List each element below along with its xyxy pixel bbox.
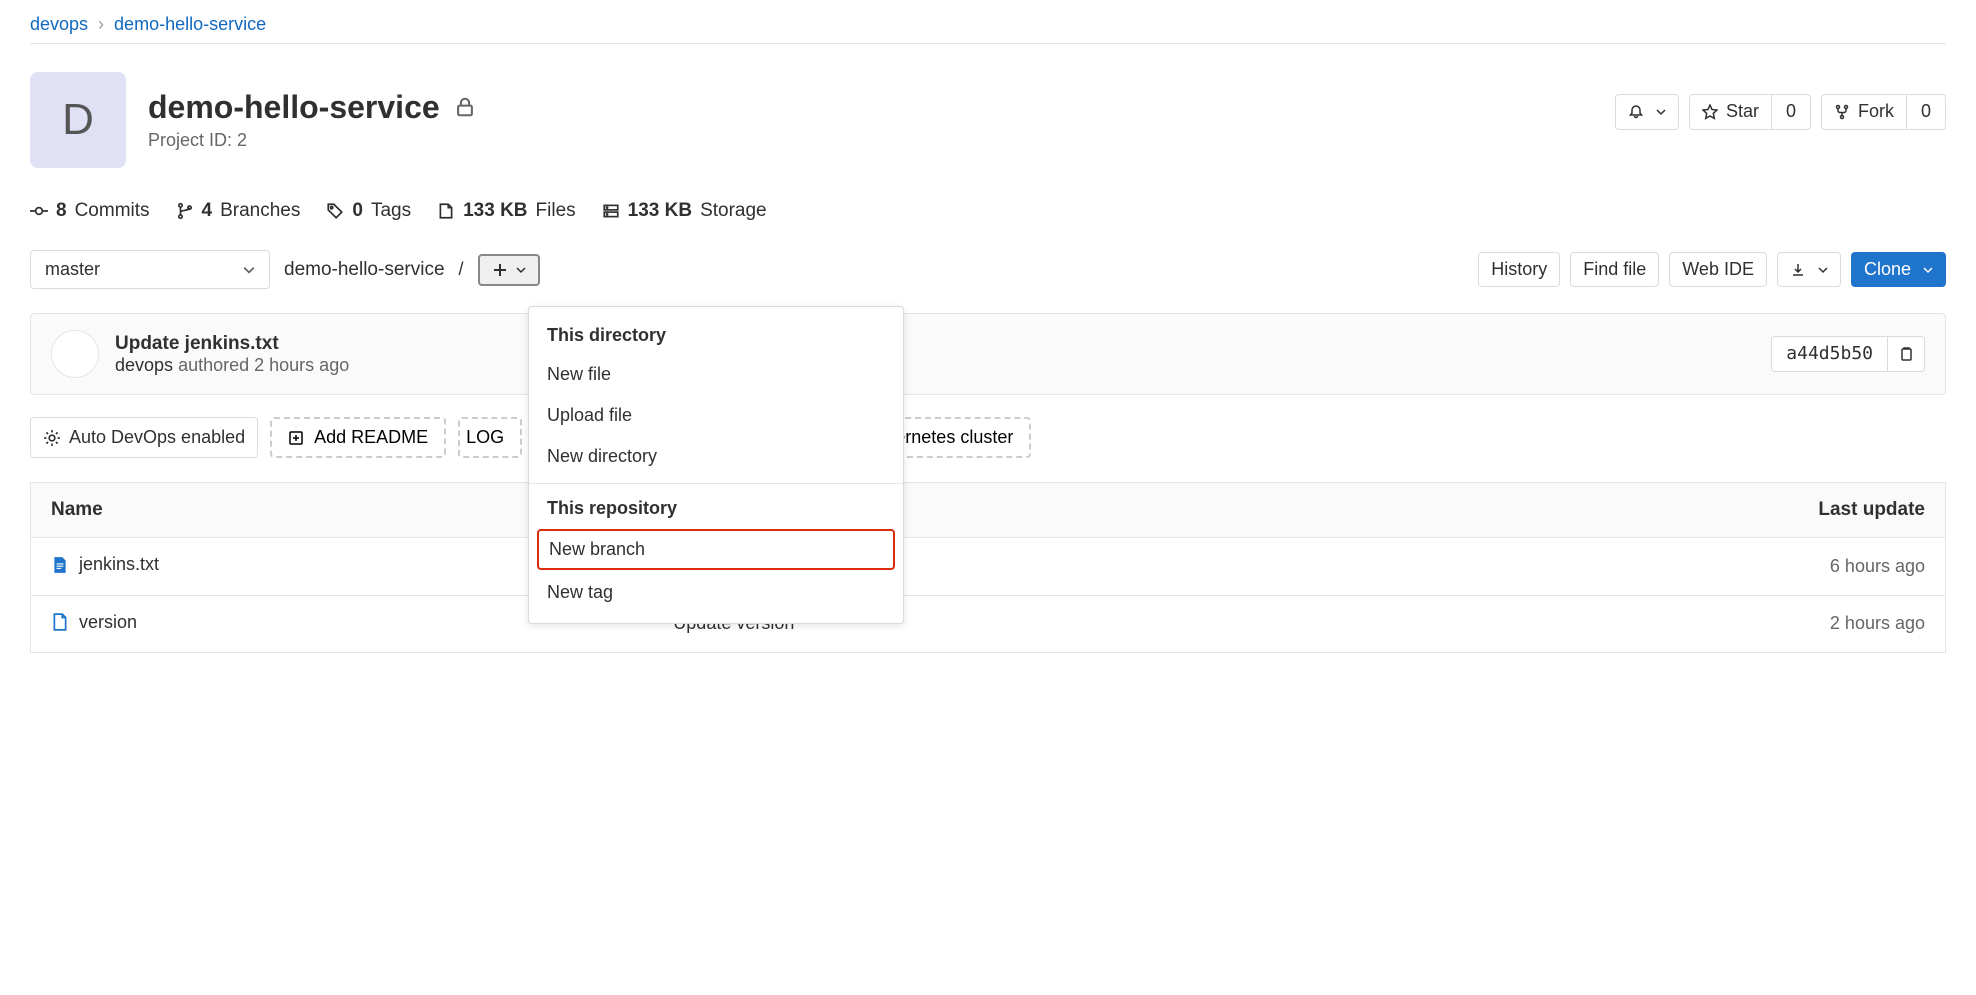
dropdown-new-directory[interactable]: New directory bbox=[529, 436, 903, 477]
project-name: demo-hello-service bbox=[148, 89, 440, 126]
fork-button[interactable]: Fork bbox=[1821, 94, 1907, 130]
last-commit: Update jenkins.txt devops authored 2 hou… bbox=[30, 313, 1946, 395]
file-text-icon bbox=[51, 556, 69, 574]
project-suggestions: Auto DevOps enabled Add README LOG Add C… bbox=[30, 417, 1946, 458]
star-count[interactable]: 0 bbox=[1772, 94, 1811, 130]
add-readme-button[interactable]: Add README bbox=[270, 417, 446, 458]
file-link[interactable]: jenkins.txt bbox=[51, 554, 159, 575]
project-id: Project ID: 2 bbox=[148, 130, 476, 151]
star-group: Star 0 bbox=[1689, 94, 1811, 130]
copy-sha-button[interactable] bbox=[1888, 336, 1925, 372]
stat-tags[interactable]: 0Tags bbox=[326, 200, 411, 222]
dropdown-new-file[interactable]: New file bbox=[529, 354, 903, 395]
breadcrumb-project[interactable]: demo-hello-service bbox=[114, 14, 266, 35]
clone-button[interactable]: Clone bbox=[1851, 252, 1946, 288]
file-tree-table: Name Last update jenkins.txt 6 hours ago… bbox=[30, 482, 1946, 653]
clone-label: Clone bbox=[1864, 259, 1911, 281]
col-updated: Last update bbox=[1329, 483, 1946, 538]
find-file-button[interactable]: Find file bbox=[1570, 252, 1659, 288]
add-changelog-button[interactable]: LOG bbox=[458, 417, 522, 458]
table-row: version Update version 2 hours ago bbox=[31, 595, 1946, 653]
stat-branches[interactable]: 4Branches bbox=[176, 200, 301, 222]
history-button[interactable]: History bbox=[1478, 252, 1560, 288]
project-avatar: D bbox=[30, 72, 126, 168]
fork-label: Fork bbox=[1858, 101, 1894, 123]
dropdown-section-repository: This repository bbox=[529, 490, 903, 527]
file-icon bbox=[51, 613, 69, 631]
dropdown-section-directory: This directory bbox=[529, 317, 903, 354]
add-to-tree-button[interactable] bbox=[478, 254, 540, 286]
breadcrumb: devops › demo-hello-service bbox=[30, 14, 1946, 35]
chevron-down-icon bbox=[1656, 107, 1666, 117]
stat-storage[interactable]: 133 KBStorage bbox=[602, 200, 767, 222]
files-icon bbox=[437, 202, 455, 220]
add-changelog-label: LOG bbox=[466, 427, 504, 448]
plus-square-icon bbox=[288, 430, 304, 446]
commit-time: 2 hours ago bbox=[254, 355, 349, 375]
commit-author[interactable]: devops bbox=[115, 355, 173, 375]
plus-icon bbox=[492, 262, 508, 278]
commit-sha[interactable]: a44d5b50 bbox=[1771, 336, 1888, 372]
auto-devops-label: Auto DevOps enabled bbox=[69, 427, 245, 449]
file-updated: 6 hours ago bbox=[1329, 538, 1946, 596]
file-name: version bbox=[79, 612, 137, 633]
table-row: jenkins.txt 6 hours ago bbox=[31, 538, 1946, 596]
fork-count[interactable]: 0 bbox=[1907, 94, 1946, 130]
breadcrumb-separator: › bbox=[98, 14, 104, 35]
path-separator: / bbox=[459, 259, 464, 280]
dropdown-new-tag[interactable]: New tag bbox=[529, 572, 903, 613]
notifications-button[interactable] bbox=[1615, 94, 1679, 130]
project-header: D demo-hello-service Project ID: 2 Star … bbox=[30, 72, 1946, 168]
commit-title[interactable]: Update jenkins.txt bbox=[115, 333, 1755, 355]
web-ide-button[interactable]: Web IDE bbox=[1669, 252, 1767, 288]
fork-group: Fork 0 bbox=[1821, 94, 1946, 130]
fork-icon bbox=[1834, 104, 1850, 120]
stat-files[interactable]: 133 KBFiles bbox=[437, 200, 576, 222]
bell-icon bbox=[1628, 104, 1644, 120]
repo-path[interactable]: demo-hello-service bbox=[284, 259, 445, 281]
file-updated: 2 hours ago bbox=[1329, 595, 1946, 653]
star-button[interactable]: Star bbox=[1689, 94, 1772, 130]
branch-selector[interactable]: master bbox=[30, 250, 270, 289]
chevron-down-icon bbox=[516, 265, 526, 275]
commit-icon bbox=[30, 202, 48, 220]
commit-meta: devops authored 2 hours ago bbox=[115, 355, 1755, 376]
storage-icon bbox=[602, 202, 620, 220]
file-link[interactable]: version bbox=[51, 612, 137, 633]
header-actions: Star 0 Fork 0 bbox=[1615, 94, 1946, 130]
chevron-down-icon bbox=[1923, 265, 1933, 275]
tag-icon bbox=[326, 202, 344, 220]
chevron-down-icon bbox=[1818, 265, 1828, 275]
download-button[interactable] bbox=[1777, 252, 1841, 288]
download-icon bbox=[1790, 262, 1806, 278]
add-readme-label: Add README bbox=[314, 427, 428, 448]
stat-commits[interactable]: 8Commits bbox=[30, 200, 150, 222]
header-divider bbox=[30, 43, 1946, 44]
dropdown-upload-file[interactable]: Upload file bbox=[529, 395, 903, 436]
commit-action: authored bbox=[178, 355, 249, 375]
branch-name: master bbox=[45, 259, 100, 280]
commit-author-avatar[interactable] bbox=[51, 330, 99, 378]
chevron-down-icon bbox=[243, 264, 255, 276]
star-label: Star bbox=[1726, 101, 1759, 123]
add-dropdown: This directory New file Upload file New … bbox=[528, 306, 904, 624]
gear-icon bbox=[43, 429, 61, 447]
star-icon bbox=[1702, 104, 1718, 120]
repo-toolbar: master demo-hello-service / This directo… bbox=[30, 250, 1946, 289]
project-title: demo-hello-service bbox=[148, 89, 476, 126]
project-stats: 8Commits 4Branches 0Tags 133 KBFiles 133… bbox=[30, 200, 1946, 222]
clipboard-icon bbox=[1898, 346, 1914, 362]
breadcrumb-group[interactable]: devops bbox=[30, 14, 88, 35]
dropdown-divider bbox=[529, 483, 903, 484]
dropdown-new-branch[interactable]: New branch bbox=[537, 529, 895, 570]
auto-devops-button[interactable]: Auto DevOps enabled bbox=[30, 417, 258, 458]
branch-icon bbox=[176, 202, 194, 220]
file-name: jenkins.txt bbox=[79, 554, 159, 575]
lock-icon bbox=[454, 89, 476, 126]
